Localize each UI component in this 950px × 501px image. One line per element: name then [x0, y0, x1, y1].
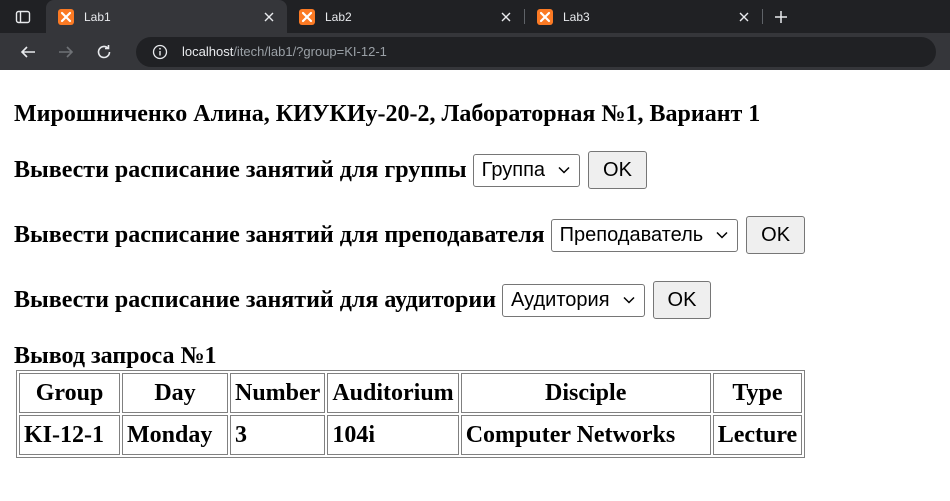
tab-actions-icon	[15, 10, 31, 23]
table-cell: 3	[230, 415, 326, 455]
teacher-select[interactable]: Преподаватель	[550, 218, 739, 252]
url-text: localhost/itech/lab1/?group=KI-12-1	[182, 44, 387, 59]
tab-title: Lab2	[325, 9, 352, 24]
chevron-down-icon	[557, 163, 571, 177]
column-header: Type	[712, 373, 803, 413]
tab-lab1[interactable]: Lab1	[46, 0, 287, 33]
table-header-row: Group Day Number Auditorium Disciple Typ…	[19, 373, 803, 413]
close-icon[interactable]	[736, 9, 752, 25]
query-teacher-row: Вывести расписание занятий для преподава…	[14, 215, 942, 255]
teacher-ok-button[interactable]: OK	[746, 216, 806, 254]
browser-toolbar: localhost/itech/lab1/?group=KI-12-1	[0, 33, 950, 70]
arrow-right-icon	[59, 45, 74, 58]
auditorium-select-value: Аудитория	[511, 288, 610, 311]
table-cell: Computer Networks	[460, 415, 711, 455]
reload-button[interactable]	[89, 37, 119, 67]
query-group-label: Вывести расписание занятий для группы	[14, 156, 467, 183]
address-bar[interactable]: localhost/itech/lab1/?group=KI-12-1	[136, 36, 936, 67]
close-icon[interactable]	[261, 9, 277, 25]
forward-button[interactable]	[51, 37, 81, 67]
page-content: Мирошниченко Алина, КИУКИу-20-2, Лаборат…	[0, 70, 950, 458]
table-cell: Lecture	[712, 415, 803, 455]
query-group-row: Вывести расписание занятий для группы Гр…	[14, 150, 942, 190]
result-title: Вывод запроса №1	[14, 343, 217, 369]
info-icon[interactable]	[152, 44, 168, 60]
reload-icon	[97, 44, 111, 58]
chevron-down-icon	[622, 293, 636, 307]
group-ok-button[interactable]: OK	[588, 151, 647, 189]
tab-actions-button[interactable]	[0, 0, 46, 33]
table-row: KI-12-1 Monday 3 104i Computer Networks …	[19, 415, 803, 455]
group-select-value: Группа	[481, 158, 546, 181]
tab-lab3[interactable]: Lab3	[525, 0, 762, 33]
new-tab-button[interactable]	[763, 0, 799, 33]
xampp-favicon-icon	[58, 8, 74, 25]
url-path: /itech/lab1/?group=KI-12-1	[233, 44, 387, 59]
column-header: Number	[230, 373, 326, 413]
chevron-down-icon	[715, 228, 729, 242]
query-auditorium-row: Вывести расписание занятий для аудитории…	[14, 280, 942, 320]
page-heading: Мирошниченко Алина, КИУКИу-20-2, Лаборат…	[14, 101, 761, 127]
query-teacher-label: Вывести расписание занятий для преподава…	[14, 221, 545, 248]
back-button[interactable]	[13, 37, 43, 67]
close-icon[interactable]	[498, 9, 514, 25]
auditorium-select[interactable]: Аудитория	[502, 283, 645, 317]
tab-lab2[interactable]: Lab2	[287, 0, 524, 33]
schedule-table: Group Day Number Auditorium Disciple Typ…	[16, 370, 806, 458]
xampp-favicon-icon	[537, 8, 553, 25]
table-cell: 104i	[327, 415, 459, 455]
tab-title: Lab3	[563, 9, 590, 24]
group-select[interactable]: Группа	[472, 153, 581, 187]
tab-strip: Lab1 Lab2 Lab3	[0, 0, 950, 33]
arrow-left-icon	[20, 45, 35, 58]
xampp-favicon-icon	[299, 8, 315, 25]
column-header: Disciple	[460, 373, 711, 413]
table-cell: Monday	[122, 415, 228, 455]
query-auditorium-label: Вывести расписание занятий для аудитории	[14, 286, 497, 313]
plus-icon	[775, 10, 787, 23]
table-cell: KI-12-1	[19, 415, 120, 455]
column-header: Group	[19, 373, 120, 413]
auditorium-ok-button[interactable]: OK	[652, 281, 712, 319]
column-header: Day	[122, 373, 228, 413]
url-host: localhost	[182, 44, 234, 59]
tab-title: Lab1	[84, 9, 111, 24]
column-header: Auditorium	[327, 373, 459, 413]
teacher-select-value: Преподаватель	[559, 223, 704, 246]
